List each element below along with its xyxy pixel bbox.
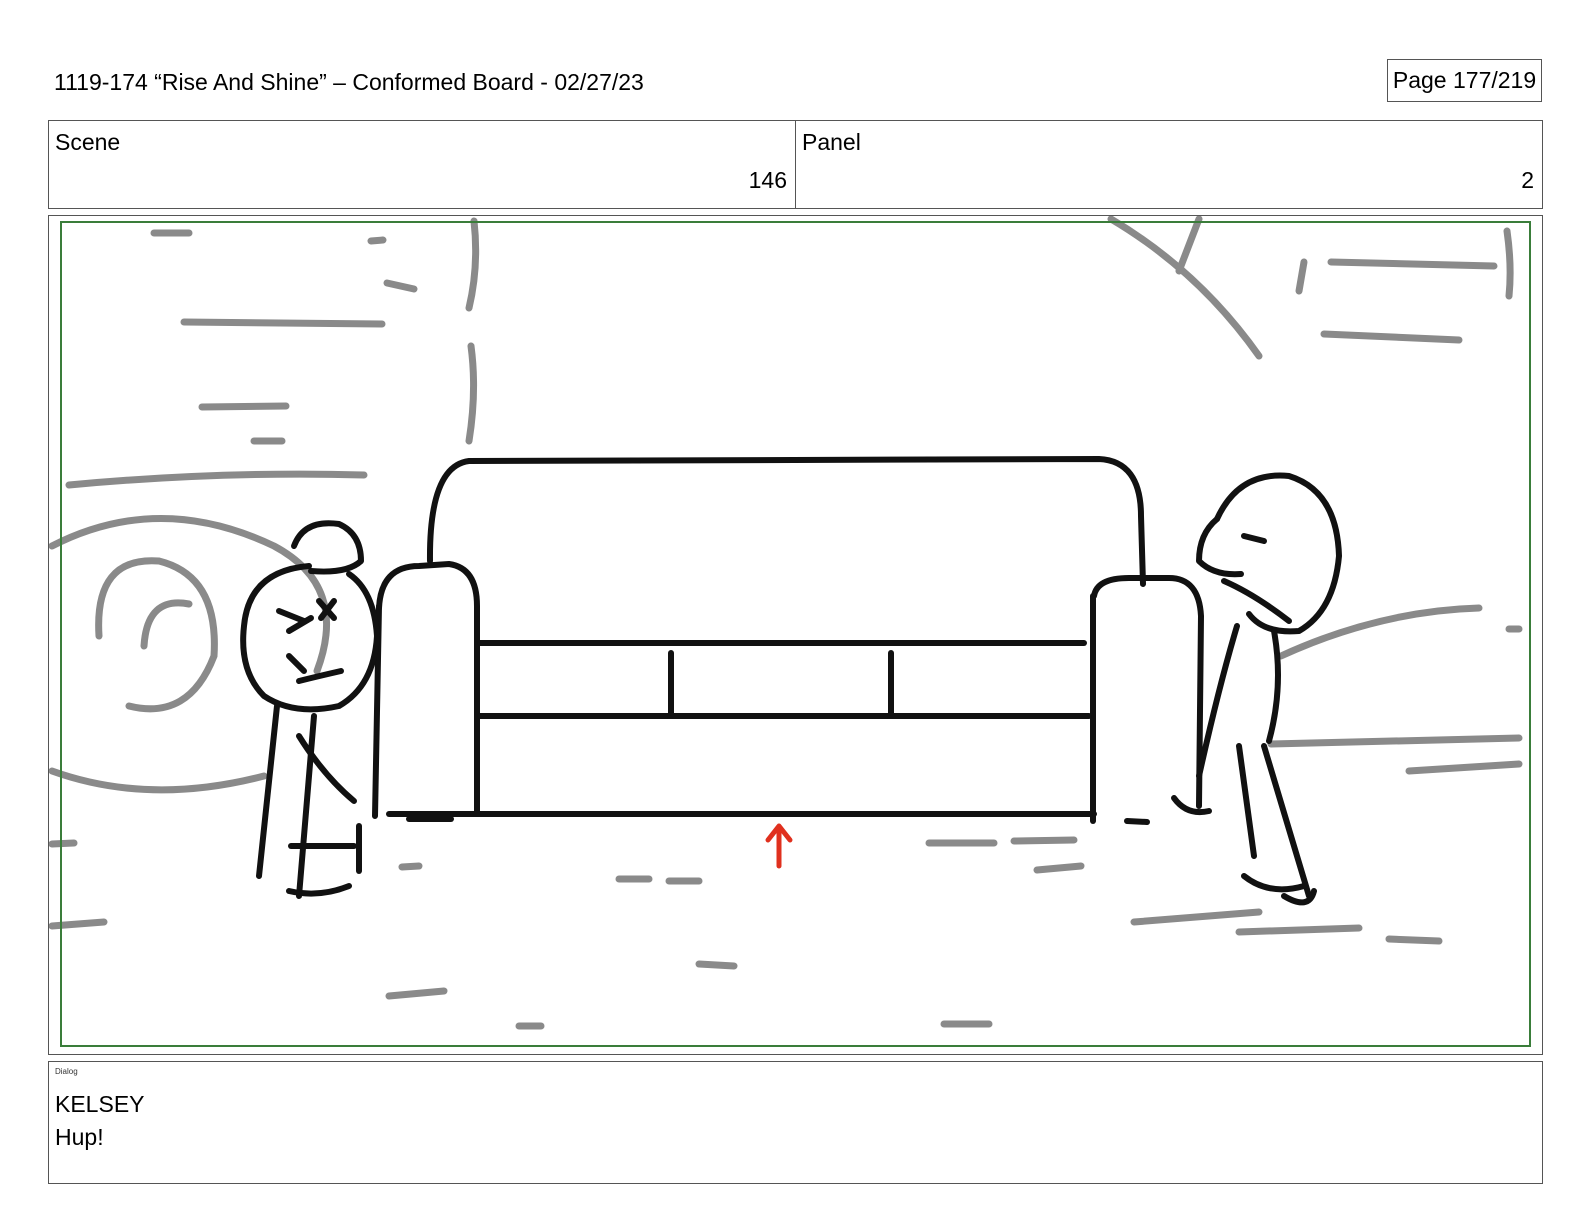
scene-panel-row: Scene 146 Panel 2 xyxy=(48,120,1543,209)
storyboard-frame xyxy=(48,215,1543,1055)
dialog-box: Dialog KELSEY Hup! xyxy=(48,1061,1543,1184)
dialog-line: Hup! xyxy=(55,1124,104,1150)
panel-label: Panel xyxy=(802,129,861,155)
page-number: Page 177/219 xyxy=(1387,59,1542,102)
scene-cell: Scene 146 xyxy=(49,121,795,208)
dialog-label: Dialog xyxy=(55,1067,78,1076)
panel-number: 2 xyxy=(1521,167,1534,193)
safe-area-border xyxy=(60,221,1531,1047)
scene-label: Scene xyxy=(55,129,121,155)
document-title: 1119-174 “Rise And Shine” – Conformed Bo… xyxy=(54,69,644,95)
scene-number: 146 xyxy=(748,167,787,193)
dialog-character: KELSEY xyxy=(55,1091,145,1117)
panel-cell: Panel 2 xyxy=(795,121,1542,208)
